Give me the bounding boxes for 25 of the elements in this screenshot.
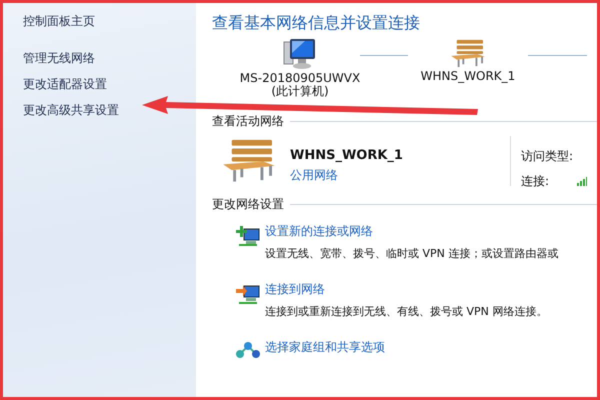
task-link[interactable]: 设置新的连接或网络 bbox=[265, 223, 373, 240]
task-description: 设置无线、宽带、拨号、临时或 VPN 连接；或设置路由器或 bbox=[265, 246, 560, 261]
signal-icon bbox=[577, 177, 588, 186]
task-link[interactable]: 连接到网络 bbox=[265, 281, 325, 298]
bench-icon bbox=[449, 38, 487, 68]
network-type-link[interactable]: 公用网络 bbox=[290, 167, 338, 184]
property-label: 访问类型: bbox=[521, 148, 574, 166]
task-link[interactable]: 选择家庭组和共享选项 bbox=[265, 339, 385, 356]
property-label: 连接: bbox=[521, 173, 550, 190]
network-connect-icon bbox=[235, 283, 261, 305]
control-panel-home-link[interactable]: 控制面板主页 bbox=[23, 13, 95, 30]
network-node-label: MS-20180905UWVX bbox=[240, 72, 360, 85]
sidebar-link[interactable]: 更改高级共享设置 bbox=[23, 102, 119, 119]
sidebar-link[interactable]: 更改适配器设置 bbox=[23, 76, 107, 93]
section-heading: 查看活动网络 bbox=[212, 113, 284, 130]
network-name: WHNS_WORK_1 bbox=[290, 148, 403, 164]
section-heading: 更改网络设置 bbox=[212, 196, 284, 213]
sidebar-link[interactable]: 管理无线网络 bbox=[23, 50, 95, 67]
network-add-icon bbox=[235, 225, 261, 247]
task-description: 连接到或重新连接到无线、有线、拨号或 VPN 网络连接。 bbox=[265, 304, 548, 319]
network-node-subtitle: (此计算机) bbox=[271, 85, 329, 98]
homegroup-icon bbox=[235, 341, 261, 361]
network-node-label: WHNS_WORK_1 bbox=[420, 70, 516, 83]
page-title: 查看基本网络信息并设置连接 bbox=[212, 13, 420, 34]
computer-icon bbox=[283, 38, 317, 70]
